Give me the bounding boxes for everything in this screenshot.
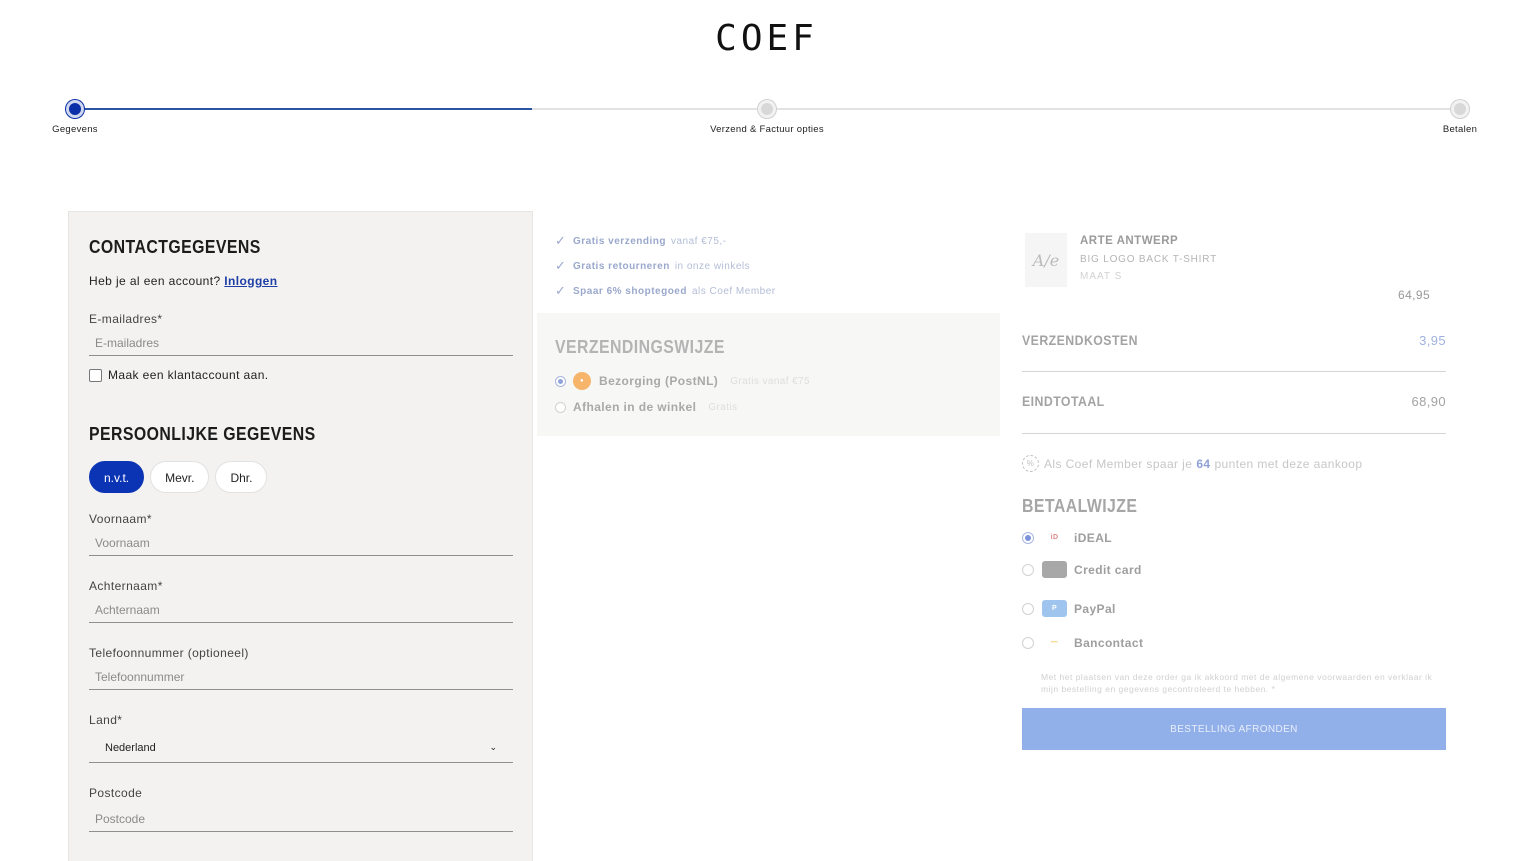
country-label: Land*: [89, 713, 123, 727]
shipping-postnl-radio[interactable]: [555, 375, 566, 387]
shipping-pickup-radio[interactable]: [555, 401, 566, 413]
terms-text: Met het plaatsen van deze order ga ik ak…: [1041, 672, 1433, 694]
payment-option-label: Bancontact: [1074, 635, 1144, 650]
usp-bold: Gratis verzending: [573, 235, 666, 247]
payment-option-bancontact[interactable]: — Bancontact: [1022, 634, 1143, 651]
payment-option-ideal[interactable]: iD iDEAL: [1022, 529, 1112, 546]
firstname-input[interactable]: [89, 530, 513, 556]
email-input[interactable]: [89, 330, 513, 356]
postnl-icon: ●: [573, 372, 591, 390]
payment-option-creditcard[interactable]: Credit card: [1022, 561, 1142, 578]
payment-option-label: iDEAL: [1074, 530, 1112, 545]
shipping-option-pickup[interactable]: Afhalen in de winkel Gratis: [555, 400, 982, 414]
payment-title: BETAALWIJZE: [1022, 496, 1138, 516]
step-label-betalen: Betalen: [1442, 124, 1478, 135]
usp-bold: Gratis retourneren: [573, 260, 670, 272]
firstname-label: Voornaam*: [89, 512, 152, 526]
lastname-label: Achternaam*: [89, 579, 163, 593]
step-dot-betalen[interactable]: [1451, 100, 1469, 118]
total-row: EINDTOTAAL 68,90: [1022, 393, 1446, 409]
product-size: MAAT S: [1080, 271, 1123, 282]
order-summary: A/e ARTE ANTWERP BIG LOGO BACK T-SHIRT M…: [1003, 213, 1463, 861]
shipping-cost-value: 3,95: [1419, 332, 1446, 348]
payment-option-paypal[interactable]: P PayPal: [1022, 600, 1116, 617]
shipping-cost-row: VERZENDKOSTEN 3,95: [1022, 332, 1446, 348]
step-dot-verzend[interactable]: [758, 100, 776, 118]
shipping-method-block: VERZENDINGSWIJZE ● Bezorging (PostNL) Gr…: [537, 313, 1000, 436]
usp-item: ✓ Gratis verzending vanaf €75,-: [555, 233, 977, 249]
divider: [1022, 433, 1446, 434]
payment-ideal-radio[interactable]: [1022, 531, 1034, 544]
usp-item: ✓ Gratis retourneren in onze winkels: [555, 258, 977, 274]
percent-badge-icon: %: [1022, 455, 1039, 472]
product-name: BIG LOGO BACK T-SHIRT: [1080, 254, 1218, 265]
account-prompt: Heb je al een account?: [89, 274, 221, 288]
checkout-progress: Gegevens Verzend & Factuur opties Betale…: [52, 100, 1477, 135]
product-price: 64,95: [1398, 288, 1431, 302]
bancontact-icon: —: [1042, 634, 1067, 651]
create-account-checkbox[interactable]: [89, 368, 102, 382]
postcode-input[interactable]: [89, 806, 513, 832]
paypal-icon: P: [1042, 600, 1067, 617]
member-suffix: punten met deze aankoop: [1214, 456, 1363, 471]
credit-card-icon: [1042, 561, 1067, 578]
payment-option-label: Credit card: [1074, 562, 1142, 577]
lastname-input[interactable]: [89, 597, 513, 623]
total-value: 68,90: [1411, 393, 1446, 409]
chevron-down-icon: ⌄: [489, 742, 497, 752]
shipping-title: VERZENDINGSWIJZE: [555, 337, 725, 357]
payment-option-label: PayPal: [1074, 601, 1116, 616]
product-brand: ARTE ANTWERP: [1080, 235, 1179, 247]
payment-creditcard-radio[interactable]: [1022, 563, 1034, 576]
product-image[interactable]: A/e: [1025, 233, 1067, 287]
total-label: EINDTOTAAL: [1022, 393, 1105, 409]
usp-bold: Spaar 6% shoptegoed: [573, 285, 687, 297]
phone-input[interactable]: [89, 664, 513, 690]
shipping-option-label: Bezorging (PostNL): [599, 374, 719, 388]
payment-bancontact-radio[interactable]: [1022, 636, 1034, 649]
postcode-label: Postcode: [89, 786, 143, 800]
check-icon: ✓: [555, 283, 567, 298]
create-account-row[interactable]: Maak een klantaccount aan.: [89, 368, 512, 382]
divider: [1022, 371, 1446, 372]
personal-title: PERSOONLIJKE GEGEVENS: [89, 424, 316, 444]
usp-rest: als Coef Member: [691, 285, 776, 297]
step-label-gegevens: Gegevens: [52, 124, 98, 135]
shipping-option-label: Afhalen in de winkel: [573, 400, 697, 414]
coef-logo[interactable]: COEF: [0, 18, 1533, 59]
shipping-option-sub: Gratis vanaf €75: [730, 375, 810, 387]
salutation-dhr-button[interactable]: Dhr.: [215, 461, 268, 493]
usp-rest: in onze winkels: [674, 260, 751, 272]
payment-paypal-radio[interactable]: [1022, 602, 1034, 615]
usp-rest: vanaf €75,-: [670, 235, 727, 247]
member-prefix: Als Coef Member spaar je: [1044, 456, 1193, 471]
salutation-nvt-button[interactable]: n.v.t.: [89, 461, 145, 493]
place-order-button[interactable]: BESTELLING AFRONDEN: [1022, 708, 1446, 750]
contact-title: CONTACTGEGEVENS: [89, 237, 261, 257]
member-points-line: % Als Coef Member spaar je 64 punten met…: [1022, 455, 1362, 472]
create-account-label: Maak een klantaccount aan.: [108, 368, 269, 382]
shipping-cost-label: VERZENDKOSTEN: [1022, 332, 1138, 348]
customer-form: CONTACTGEGEVENS Heb je al een account? I…: [68, 211, 533, 861]
usp-item: ✓ Spaar 6% shoptegoed als Coef Member: [555, 283, 977, 299]
country-value: Nederland: [105, 741, 156, 754]
usp-block: ✓ Gratis verzending vanaf €75,- ✓ Gratis…: [537, 213, 995, 313]
progress-fill: [75, 108, 532, 110]
email-label: E-mailadres*: [89, 312, 163, 326]
login-link[interactable]: Inloggen: [224, 274, 277, 288]
salutation-group: n.v.t. Mevr. Dhr.: [89, 461, 512, 493]
check-icon: ✓: [555, 233, 567, 248]
step-dot-gegevens[interactable]: [66, 100, 84, 118]
check-icon: ✓: [555, 258, 567, 273]
account-line: Heb je al een account? Inloggen: [89, 274, 512, 288]
phone-label: Telefoonnummer (optioneel): [89, 646, 249, 660]
ideal-icon: iD: [1042, 529, 1067, 546]
shipping-option-sub: Gratis: [708, 401, 738, 413]
shipping-option-postnl[interactable]: ● Bezorging (PostNL) Gratis vanaf €75: [555, 372, 982, 390]
member-points: 64: [1196, 456, 1211, 471]
step-label-verzend: Verzend & Factuur opties: [710, 124, 824, 135]
salutation-mevr-button[interactable]: Mevr.: [150, 461, 210, 493]
country-select[interactable]: Nederland ⌄: [89, 733, 513, 763]
